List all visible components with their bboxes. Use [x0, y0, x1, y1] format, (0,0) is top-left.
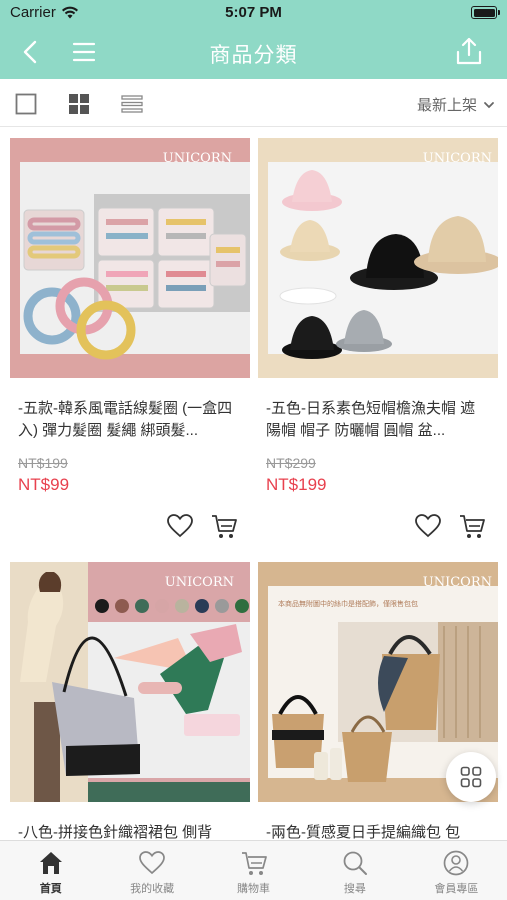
tab-member[interactable]: 會員專區 [406, 841, 507, 900]
product-card[interactable]: UNICORN -八色-拼接色針織褶裙包 側背 [10, 562, 250, 866]
page-title: 商品分類 [209, 44, 298, 67]
battery-icon [471, 6, 500, 19]
product-actions [166, 512, 238, 540]
tab-label: 購物車 [237, 883, 271, 895]
cart-icon[interactable] [458, 512, 486, 540]
nav-bar: 商品分類 [0, 26, 507, 79]
tab-label: 我的收藏 [130, 883, 175, 895]
original-price: NT$299 [266, 455, 316, 471]
sale-price: NT$199 [266, 475, 327, 494]
cart-icon [241, 852, 267, 875]
tab-favorites[interactable]: 我的收藏 [101, 841, 202, 900]
product-card[interactable]: UNICORN -五色-日系素色短帽檐漁夫帽 遮陽帽 帽子 防曬帽 圓帽 盆..… [258, 138, 498, 538]
tab-search[interactable]: 搜尋 [304, 841, 405, 900]
user-icon [443, 850, 469, 876]
product-name[interactable]: -五色-日系素色短帽檐漁夫帽 遮陽帽 帽子 防曬帽 圓帽 盆... [258, 398, 498, 442]
bottom-tab-bar: 首頁 我的收藏 購物車 搜尋 會員專區 [0, 840, 507, 900]
tab-label: 會員專區 [434, 883, 479, 895]
grid-icon [460, 766, 482, 788]
product-name[interactable]: -五款-韓系風電話線髮圈 (一盒四入) 彈力髮圈 髮繩 綁頭髮... [10, 398, 250, 442]
tab-cart[interactable]: 購物車 [203, 841, 304, 900]
product-actions [414, 512, 486, 540]
brand-logo: UNICORN [163, 151, 232, 166]
sort-dropdown[interactable]: 最新上架 [417, 94, 495, 115]
list-view-icon[interactable] [121, 93, 143, 115]
floating-grid-button[interactable] [446, 752, 496, 802]
product-notice: 本商品無附圖中的絲巾是搭配飾，僅限售包包 [278, 599, 418, 608]
clock: 5:07 PM [225, 4, 282, 21]
share-icon[interactable] [455, 36, 483, 66]
brand-logo: UNICORN [165, 575, 234, 590]
view-toolbar: 最新上架 [0, 79, 507, 127]
product-card[interactable]: UNICORN 本商品無附圖中的絲巾是搭配飾，僅限售包包 -兩色-質感夏日手提編… [258, 562, 498, 866]
original-price: NT$199 [18, 455, 68, 471]
cart-icon[interactable] [210, 512, 238, 540]
product-card[interactable]: UNICORN -五款-韓系風電話線髮圈 (一盒四入) 彈力髮圈 髮繩 綁頭髮.… [10, 138, 250, 538]
heart-icon [139, 851, 165, 875]
app-header: Carrier 5:07 PM 商品分類 [0, 0, 507, 79]
sale-price: NT$99 [18, 475, 70, 494]
sort-label: 最新上架 [416, 97, 477, 114]
tab-label: 首頁 [39, 883, 62, 895]
grid-view-icon[interactable] [68, 93, 90, 115]
product-image[interactable]: UNICORN [258, 138, 498, 378]
heart-icon[interactable] [166, 512, 194, 540]
home-icon [39, 852, 62, 874]
brand-logo: UNICORN [423, 575, 492, 590]
tab-label: 搜尋 [343, 883, 366, 895]
product-image[interactable]: UNICORN [10, 138, 250, 378]
single-view-icon[interactable] [15, 93, 37, 115]
product-image[interactable]: UNICORN [10, 562, 250, 802]
chevron-down-icon [484, 101, 494, 108]
status-bar: Carrier 5:07 PM [0, 0, 507, 26]
tab-home[interactable]: 首頁 [0, 841, 101, 900]
search-icon [343, 851, 367, 875]
heart-icon[interactable] [414, 512, 442, 540]
brand-logo: UNICORN [423, 151, 492, 166]
